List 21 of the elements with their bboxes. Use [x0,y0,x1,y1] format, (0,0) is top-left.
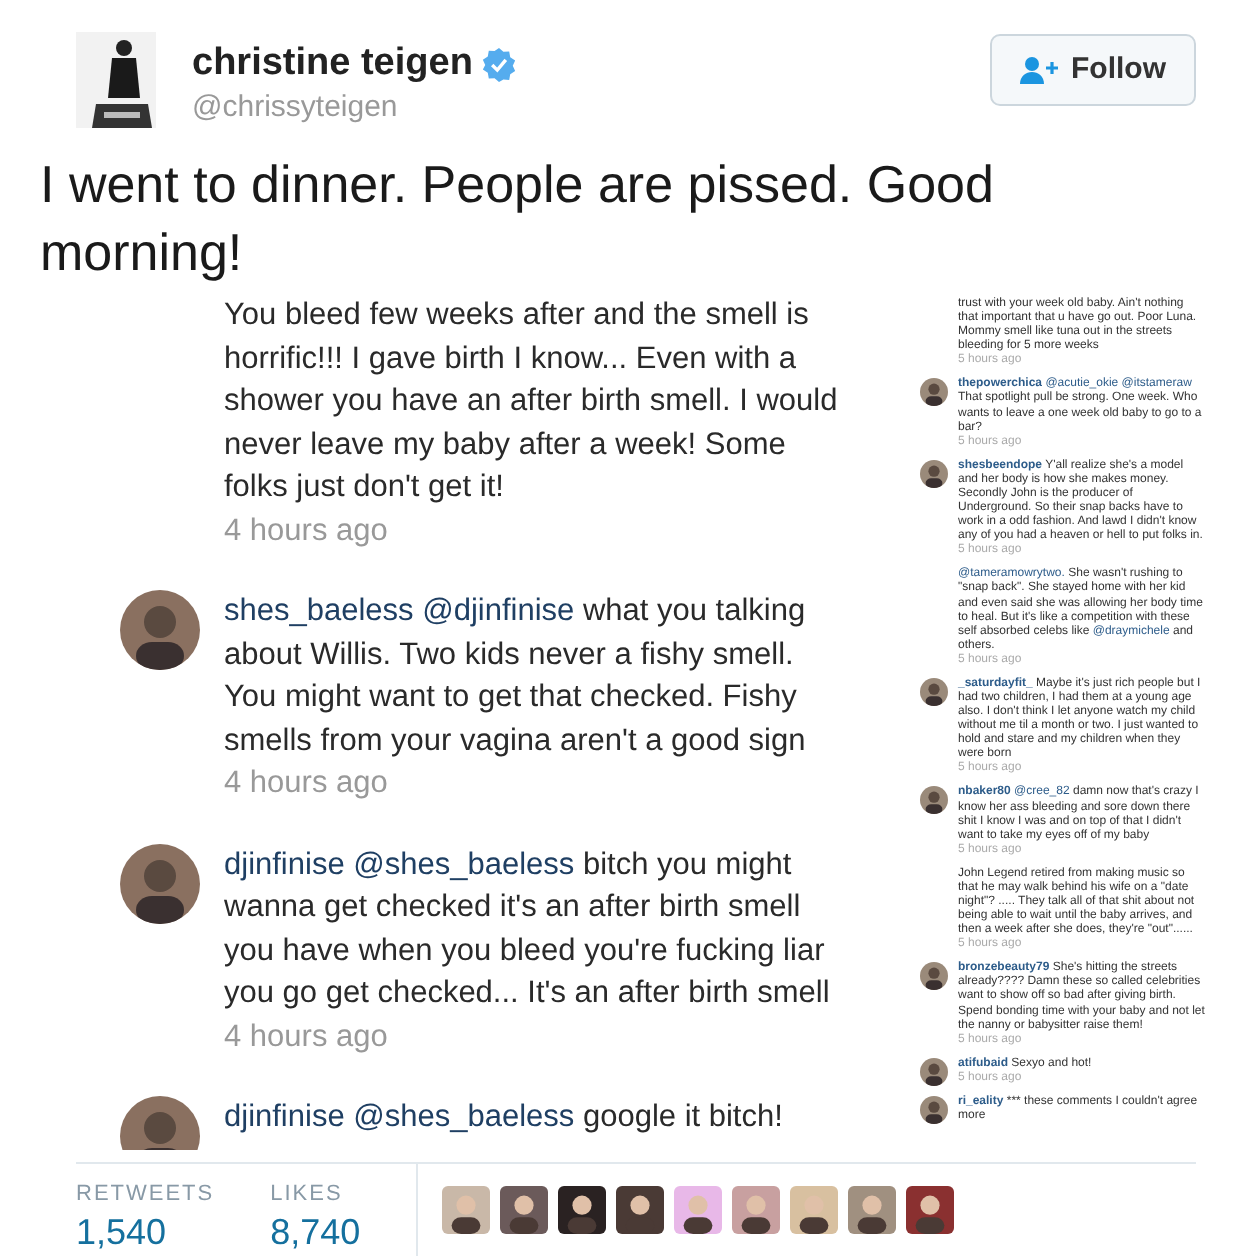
mention-link[interactable]: @djinfinise [422,594,575,628]
comment-time: 4 hours ago [224,764,390,804]
add-person-icon [1019,56,1057,84]
stat-count[interactable]: 8,740 [270,1208,361,1256]
username-link[interactable]: shes_baeless [224,594,414,628]
stat-label: LIKES [270,1180,345,1208]
comment-text: djinfinise @shes_baeless bitch you might wanna get checked it's an after birth smell you have when you bleed you're fucking liar you go get checked... It's an after birth smell [224,845,832,1014]
comment-text: shes_baeless @djinfinise what you talking about Willis. Two kids never a fishy smell. You might want to get that checked. Fishy smells from your vagina aren't a good sign [224,592,808,761]
username-link[interactable]: djinfinise [224,1100,345,1134]
comment-time: 4 hours ago [224,511,390,551]
mention-link[interactable]: @shes_baeless [353,847,575,881]
tweet-text: I went to dinner. People are pissed. Good morning! [38,152,996,286]
comment-text: djinfinise @shes_baeless google it bitch! [224,1098,785,1138]
follow-button[interactable]: Follow [989,34,1196,106]
stat-count[interactable]: 1,540 [76,1208,215,1256]
comment-time: 4 hours ago [224,1017,390,1057]
author-name[interactable]: christine teigen [192,40,473,88]
stat-label: RETWEETS [76,1180,215,1208]
username-link[interactable]: djinfinise [224,847,345,881]
mention-link[interactable]: @shes_baeless [353,1100,575,1134]
comment-text: You bleed few weeks after and the smell is horrific!!! I gave birth I know... Even with a shower you have an after birth smell. I would never leave my baby after a week! Some folks just don't get it! [224,296,840,508]
